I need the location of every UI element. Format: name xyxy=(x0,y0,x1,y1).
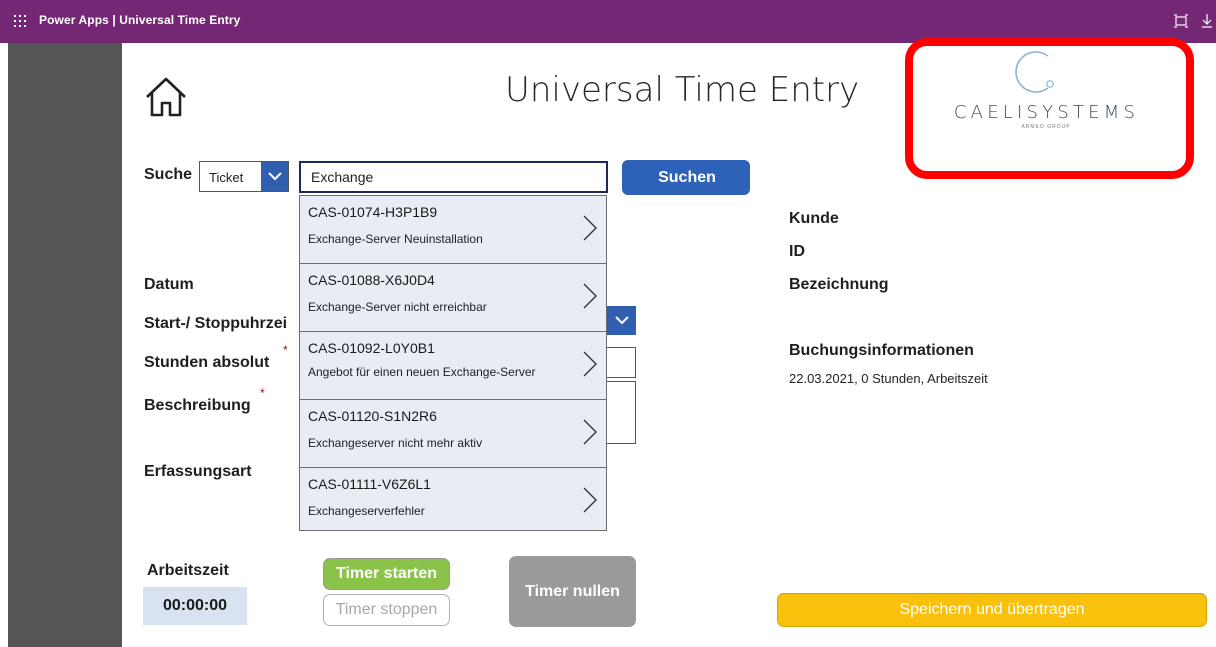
kunde-label: Kunde xyxy=(789,210,839,227)
search-results-list: CAS-01074-H3P1B9 Exchange-Server Neuinst… xyxy=(299,195,607,531)
bezeichnung-label: Bezeichnung xyxy=(789,276,889,293)
header-title: Power Apps | Universal Time Entry xyxy=(39,13,241,27)
result-description: Exchange-Server nicht erreichbar xyxy=(308,300,487,314)
arbeitszeit-label: Arbeitszeit xyxy=(147,562,229,579)
result-code: CAS-01120-S1N2R6 xyxy=(308,408,437,424)
search-result-item[interactable]: CAS-01088-X6J0D4 Exchange-Server nicht e… xyxy=(300,264,606,332)
result-code: CAS-01092-L0Y0B1 xyxy=(308,340,435,356)
search-input[interactable] xyxy=(299,161,608,193)
chevron-right-icon[interactable] xyxy=(582,418,598,446)
result-description: Exchange-Server Neuinstallation xyxy=(308,232,483,246)
chevron-down-icon[interactable] xyxy=(261,162,288,191)
chevron-right-icon[interactable] xyxy=(582,486,598,514)
logo-text: CAELISYSTEMS xyxy=(953,102,1140,123)
search-result-item[interactable]: CAS-01092-L0Y0B1 Angebot für einen neuen… xyxy=(300,332,606,400)
app-launcher-icon[interactable] xyxy=(14,15,26,27)
start-stop-dropdown-chevron[interactable] xyxy=(607,306,636,335)
fit-to-window-icon[interactable] xyxy=(1174,14,1188,28)
search-button[interactable]: Suchen xyxy=(622,160,750,195)
timer-stop-button[interactable]: Timer stoppen xyxy=(323,594,450,626)
stunden-absolut-label: Stunden absolut xyxy=(144,354,270,371)
result-description: Exchangeserver nicht mehr aktiv xyxy=(308,436,483,450)
search-type-value: Ticket xyxy=(209,170,244,185)
timer-reset-button[interactable]: Timer nullen xyxy=(509,556,636,627)
search-result-item[interactable]: CAS-01111-V6Z6L1 Exchangeserverfehler xyxy=(300,468,606,530)
datum-label: Datum xyxy=(144,276,194,293)
chevron-right-icon[interactable] xyxy=(582,214,598,242)
app-screen: Power Apps | Universal Time Entry Univer… xyxy=(0,0,1216,647)
id-label: ID xyxy=(789,243,805,260)
result-description: Angebot für einen neuen Exchange-Server xyxy=(308,365,536,379)
result-code: CAS-01074-H3P1B9 xyxy=(308,204,438,220)
powerapps-header: Power Apps | Universal Time Entry xyxy=(0,0,1216,43)
result-description: Exchangeserverfehler xyxy=(308,504,425,518)
search-type-dropdown[interactable]: Ticket xyxy=(199,161,289,192)
left-rail xyxy=(8,43,122,647)
search-result-item[interactable]: CAS-01120-S1N2R6 Exchangeserver nicht me… xyxy=(300,400,606,468)
chevron-right-icon[interactable] xyxy=(582,282,598,310)
search-result-item[interactable]: CAS-01074-H3P1B9 Exchange-Server Neuinst… xyxy=(300,196,606,264)
save-and-submit-button[interactable]: Speichern und übertragen xyxy=(777,593,1207,627)
required-marker: * xyxy=(260,386,265,400)
start-stop-label: Start-/ Stoppuhrzei xyxy=(144,315,288,332)
buchungsinformationen-text: 22.03.2021, 0 Stunden, Arbeitszeit xyxy=(789,371,988,386)
beschreibung-label: Beschreibung xyxy=(144,397,251,414)
timer-display: 00:00:00 xyxy=(143,587,247,625)
page-title: Universal Time Entry xyxy=(505,70,860,110)
chevron-right-icon[interactable] xyxy=(582,350,598,378)
required-marker: * xyxy=(283,343,288,357)
home-icon[interactable] xyxy=(144,76,188,118)
result-code: CAS-01111-V6Z6L1 xyxy=(308,476,431,492)
search-label: Suche xyxy=(144,166,193,183)
timer-start-button[interactable]: Timer starten xyxy=(323,558,450,590)
logo-subtitle: ARMEO GROUP xyxy=(1021,124,1071,130)
result-code: CAS-01088-X6J0D4 xyxy=(308,272,435,288)
caelisystems-logo-icon xyxy=(1015,51,1054,93)
erfassungsart-label: Erfassungsart xyxy=(144,463,252,480)
buchungsinformationen-label: Buchungsinformationen xyxy=(789,342,974,359)
download-icon[interactable] xyxy=(1201,13,1213,29)
